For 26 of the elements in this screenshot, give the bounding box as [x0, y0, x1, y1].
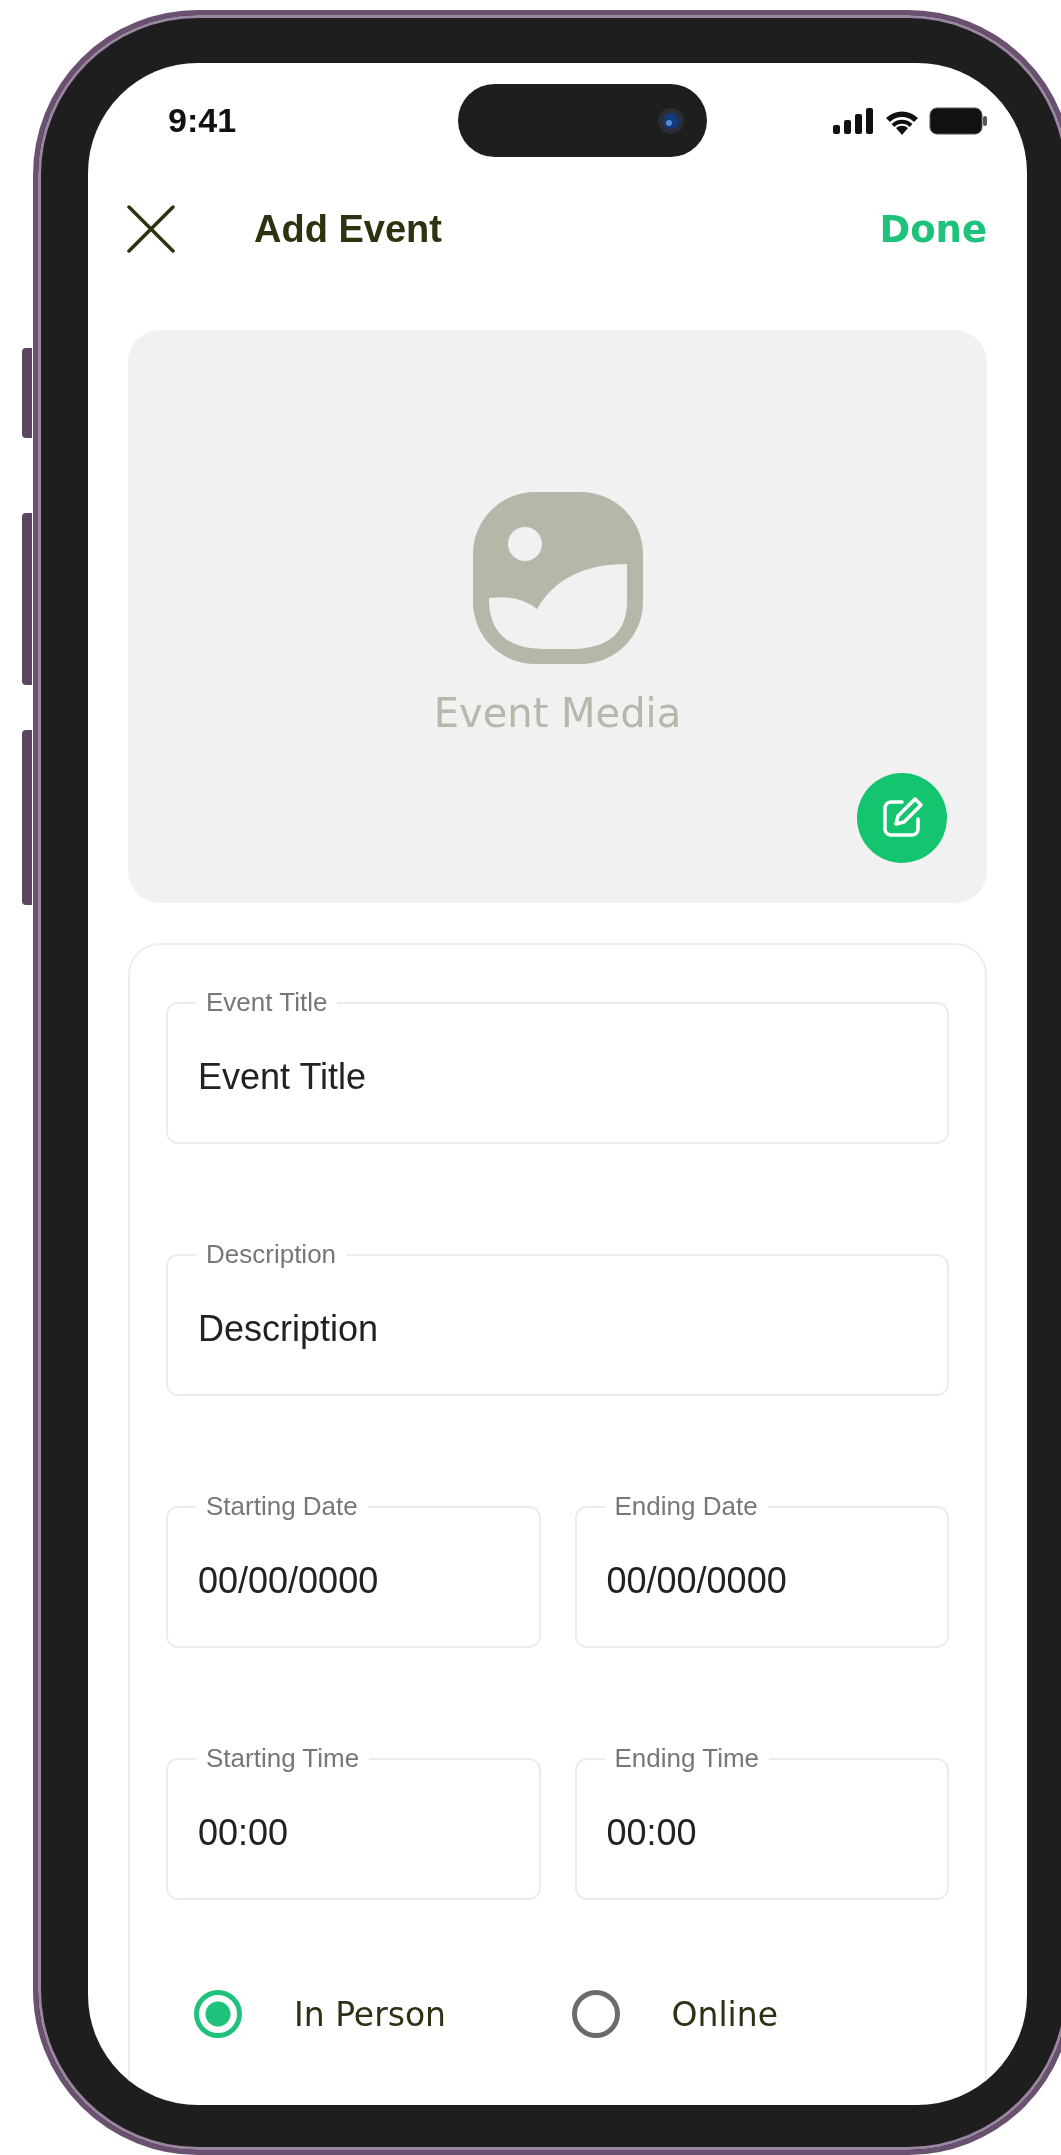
field-label: Starting Date [206, 1491, 358, 1521]
media-label: Event Media [433, 690, 682, 736]
text-field[interactable]: 00/00/0000 [606, 1560, 917, 1602]
field-label: Starting Time [206, 1743, 360, 1773]
radio-button[interactable] [194, 1990, 242, 2038]
status-time: 9:41 [168, 101, 237, 140]
camera-icon [656, 106, 685, 135]
field-label: Description [206, 1239, 337, 1269]
image-icon [472, 492, 643, 664]
text-field[interactable]: 00:00 [606, 1812, 917, 1854]
close-icon [127, 205, 175, 253]
close-button[interactable] [127, 205, 175, 253]
field-label: Ending Date [614, 1491, 758, 1521]
text-field[interactable]: Description [198, 1308, 917, 1350]
battery-icon [929, 106, 987, 135]
text-field[interactable]: 00:00 [198, 1812, 509, 1854]
field-label: Ending Time [614, 1743, 760, 1773]
radio-label: In Person [294, 1994, 447, 2034]
field-label: Event Title [206, 987, 328, 1017]
screen-title: Add Event [254, 207, 443, 251]
done-button[interactable]: Done [879, 207, 987, 251]
radio-button[interactable] [571, 1990, 620, 2038]
radio-label: Online [671, 1994, 778, 2034]
text-field[interactable]: 00/00/0000 [198, 1560, 509, 1602]
text-field[interactable]: Event Title [198, 1056, 917, 1098]
signal-icon [833, 107, 875, 134]
